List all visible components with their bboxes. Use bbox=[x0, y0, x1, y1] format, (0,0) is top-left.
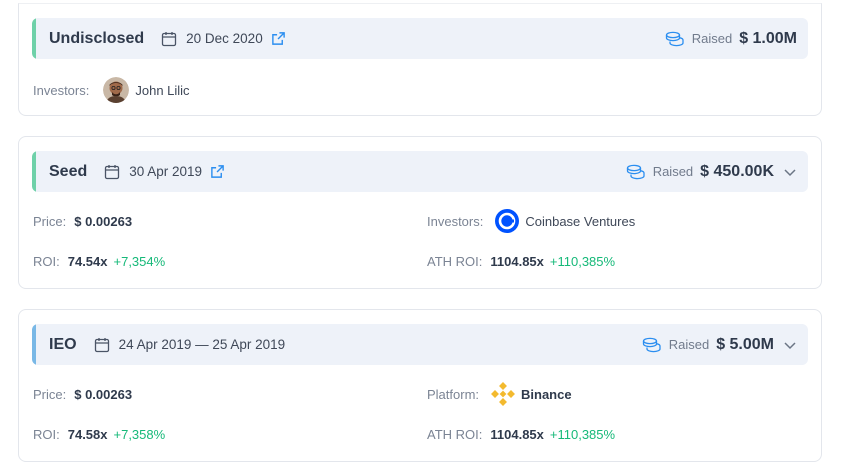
round-date: 30 Apr 2019 bbox=[129, 164, 203, 179]
investors-label: Investors: bbox=[33, 82, 90, 98]
funding-round-card-ieo: IEO 24 Apr 2019 — 25 Apr 2019 Raised $ 5… bbox=[18, 309, 822, 462]
round-accent-bar bbox=[32, 324, 36, 365]
investor-name[interactable]: Coinbase Ventures bbox=[525, 214, 635, 229]
ath-roi-label: ATH ROI: bbox=[427, 427, 483, 442]
round-name: Seed bbox=[49, 162, 88, 180]
price-value: $ 0.00263 bbox=[74, 387, 133, 402]
investors-row: Investors: John Lilic bbox=[33, 77, 190, 103]
raised-group: Raised $ 450.00K bbox=[626, 163, 797, 181]
roi-percent: +7,354% bbox=[113, 254, 166, 269]
binance-logo-icon[interactable] bbox=[491, 382, 515, 406]
raised-group: Raised $ 1.00M bbox=[665, 30, 797, 48]
round-header-undisclosed: Undisclosed 20 Dec 2020 Raised $ 1.00M bbox=[32, 18, 808, 59]
calendar-icon bbox=[94, 337, 110, 353]
investors-row: Investors: Coinbase Ventures bbox=[427, 209, 635, 233]
coins-icon bbox=[626, 164, 646, 180]
funding-round-card-seed: Seed 30 Apr 2019 Raised $ 450.00K Price:… bbox=[18, 136, 822, 289]
round-date-group: 24 Apr 2019 — 25 Apr 2019 bbox=[94, 337, 286, 353]
ath-roi-value: 1104.85x bbox=[490, 427, 544, 442]
price-row: Price: $ 0.00263 bbox=[33, 387, 132, 402]
platform-label: Platform: bbox=[427, 386, 480, 402]
round-date-group: 30 Apr 2019 bbox=[104, 164, 225, 180]
chevron-down-icon[interactable] bbox=[783, 165, 797, 179]
funding-round-card-undisclosed: Undisclosed 20 Dec 2020 Raised $ 1.00M I… bbox=[18, 3, 822, 116]
calendar-icon bbox=[161, 31, 177, 47]
round-name: Undisclosed bbox=[49, 29, 145, 47]
ath-roi-percent: +110,385% bbox=[549, 254, 616, 269]
round-header-seed[interactable]: Seed 30 Apr 2019 Raised $ 450.00K bbox=[32, 151, 808, 192]
round-name: IEO bbox=[49, 335, 77, 353]
ath-roi-label: ATH ROI: bbox=[427, 254, 483, 269]
raised-value: $ 1.00M bbox=[739, 29, 797, 47]
external-link-icon[interactable] bbox=[271, 31, 286, 46]
raised-label: Raised bbox=[691, 31, 733, 46]
external-link-icon[interactable] bbox=[210, 164, 225, 179]
investors-label: Investors: bbox=[427, 213, 484, 229]
price-label: Price: bbox=[33, 214, 67, 229]
roi-row: ROI: 74.54x +7,354% bbox=[33, 254, 165, 269]
ath-roi-row: ATH ROI: 1104.85x +110,385% bbox=[427, 427, 615, 442]
round-accent-bar bbox=[32, 18, 36, 59]
price-value: $ 0.00263 bbox=[74, 214, 133, 229]
coinbase-logo-icon[interactable] bbox=[495, 209, 520, 233]
platform-row: Platform: Binance bbox=[427, 382, 572, 406]
roi-label: ROI: bbox=[33, 427, 60, 442]
roi-row: ROI: 74.58x +7,358% bbox=[33, 427, 165, 442]
price-label: Price: bbox=[33, 387, 67, 402]
ath-roi-value: 1104.85x bbox=[490, 254, 544, 269]
ath-roi-row: ATH ROI: 1104.85x +110,385% bbox=[427, 254, 615, 269]
roi-value: 74.58x bbox=[67, 427, 108, 442]
raised-label: Raised bbox=[652, 164, 694, 179]
ath-roi-percent: +110,385% bbox=[549, 427, 616, 442]
round-accent-bar bbox=[32, 151, 36, 192]
roi-value: 74.54x bbox=[67, 254, 108, 269]
round-header-ieo[interactable]: IEO 24 Apr 2019 — 25 Apr 2019 Raised $ 5… bbox=[32, 324, 808, 365]
roi-percent: +7,358% bbox=[113, 427, 166, 442]
round-date: 20 Dec 2020 bbox=[186, 31, 263, 46]
raised-group: Raised $ 5.00M bbox=[642, 336, 797, 354]
raised-value: $ 450.00K bbox=[700, 162, 774, 180]
calendar-icon bbox=[104, 164, 120, 180]
round-date: 24 Apr 2019 — 25 Apr 2019 bbox=[118, 337, 286, 352]
raised-value: $ 5.00M bbox=[716, 335, 774, 353]
raised-label: Raised bbox=[668, 337, 710, 352]
avatar[interactable] bbox=[103, 77, 130, 103]
chevron-down-icon[interactable] bbox=[783, 338, 797, 352]
round-date-group: 20 Dec 2020 bbox=[161, 31, 286, 47]
investor-name[interactable]: John Lilic bbox=[135, 83, 189, 98]
coins-icon bbox=[642, 337, 662, 353]
price-row: Price: $ 0.00263 bbox=[33, 214, 132, 229]
coins-icon bbox=[665, 31, 685, 47]
platform-name[interactable]: Binance bbox=[521, 387, 572, 402]
roi-label: ROI: bbox=[33, 254, 60, 269]
